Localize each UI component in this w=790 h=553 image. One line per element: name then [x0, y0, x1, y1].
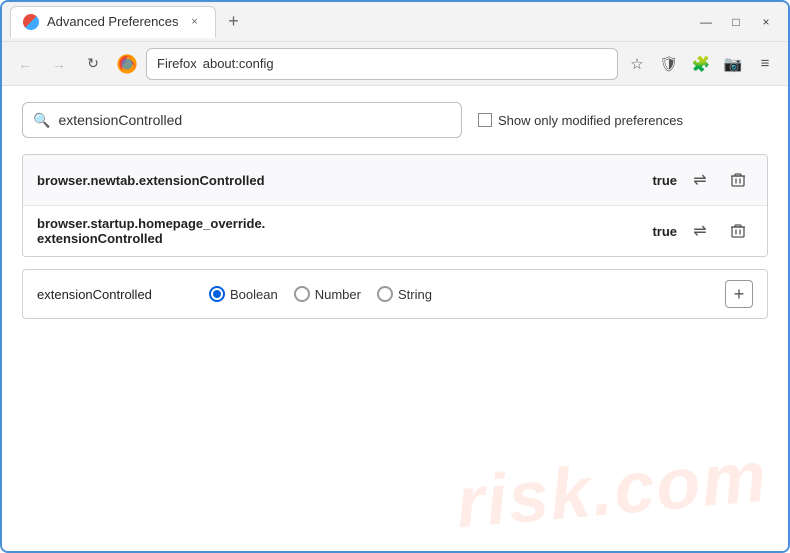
show-modified-checkbox[interactable] [478, 113, 492, 127]
radio-string[interactable]: String [377, 286, 432, 302]
toggle-button-1[interactable]: ⇌ [685, 165, 715, 195]
pref-name-2: browser.startup.homepage_override. exten… [37, 216, 634, 246]
bookmark-icon[interactable]: ☆ [622, 49, 652, 79]
forward-button[interactable]: → [44, 49, 74, 79]
radio-number[interactable]: Number [294, 286, 361, 302]
search-box[interactable]: 🔍 [22, 102, 462, 138]
results-table: browser.newtab.extensionControlled true … [22, 154, 768, 257]
radio-string-label: String [398, 287, 432, 302]
new-pref-row: extensionControlled Boolean Number Strin… [22, 269, 768, 319]
radio-boolean[interactable]: Boolean [209, 286, 278, 302]
search-row: 🔍 Show only modified preferences [22, 102, 768, 138]
show-modified-text: Show only modified preferences [498, 113, 683, 128]
show-modified-label[interactable]: Show only modified preferences [478, 113, 683, 128]
browser-window: Advanced Preferences × + — □ × ← → ↻ Fir… [0, 0, 790, 553]
shield-icon[interactable]: 🛡 [654, 49, 684, 79]
page-content: risk.com 🔍 Show only modified preference… [2, 86, 788, 551]
radio-string-circle[interactable] [377, 286, 393, 302]
tab-title: Advanced Preferences [47, 14, 179, 29]
maximize-button[interactable]: □ [722, 8, 750, 36]
window-controls: — □ × [692, 8, 780, 36]
menu-icon[interactable]: ≡ [750, 49, 780, 79]
firefox-logo-icon [116, 53, 138, 75]
delete-icon-1 [730, 172, 746, 188]
radio-number-label: Number [315, 287, 361, 302]
row-actions-2: ⇌ [685, 216, 753, 246]
content-area: 🔍 Show only modified preferences browser… [2, 86, 788, 335]
back-button[interactable]: ← [10, 49, 40, 79]
tab-strip: Advanced Preferences × + [10, 6, 692, 38]
extension-icon[interactable]: 🧩 [686, 49, 716, 79]
screenshot-icon[interactable]: 📷 [718, 49, 748, 79]
type-radio-group: Boolean Number String [209, 286, 432, 302]
delete-icon-2 [730, 223, 746, 239]
nav-icons-group: ☆ 🛡 🧩 📷 ≡ [622, 49, 780, 79]
address-bar[interactable]: Firefox about:config [146, 48, 618, 80]
pref-name-1: browser.newtab.extensionControlled [37, 173, 634, 188]
toggle-button-2[interactable]: ⇌ [685, 216, 715, 246]
title-bar: Advanced Preferences × + — □ × [2, 2, 788, 42]
tab-favicon [23, 14, 39, 30]
delete-button-1[interactable] [723, 165, 753, 195]
watermark: risk.com [453, 436, 771, 545]
nav-bar: ← → ↻ Firefox about:config ☆ 🛡 🧩 📷 ≡ [2, 42, 788, 86]
add-pref-button[interactable]: + [725, 280, 753, 308]
row-actions-1: ⇌ [685, 165, 753, 195]
new-tab-button[interactable]: + [220, 8, 248, 36]
pref-value-2: true [642, 224, 677, 239]
active-tab[interactable]: Advanced Preferences × [10, 6, 216, 38]
delete-button-2[interactable] [723, 216, 753, 246]
radio-boolean-circle[interactable] [209, 286, 225, 302]
search-icon: 🔍 [33, 112, 50, 129]
address-url: about:config [203, 56, 274, 71]
browser-name: Firefox [157, 56, 197, 71]
table-row: browser.startup.homepage_override. exten… [23, 206, 767, 256]
reload-button[interactable]: ↻ [78, 49, 108, 79]
pref-value-1: true [642, 173, 677, 188]
radio-number-circle[interactable] [294, 286, 310, 302]
minimize-button[interactable]: — [692, 8, 720, 36]
new-pref-name: extensionControlled [37, 287, 197, 302]
search-input[interactable] [58, 112, 451, 128]
tab-close-button[interactable]: × [187, 14, 203, 30]
radio-boolean-label: Boolean [230, 287, 278, 302]
close-button[interactable]: × [752, 8, 780, 36]
table-row: browser.newtab.extensionControlled true … [23, 155, 767, 206]
